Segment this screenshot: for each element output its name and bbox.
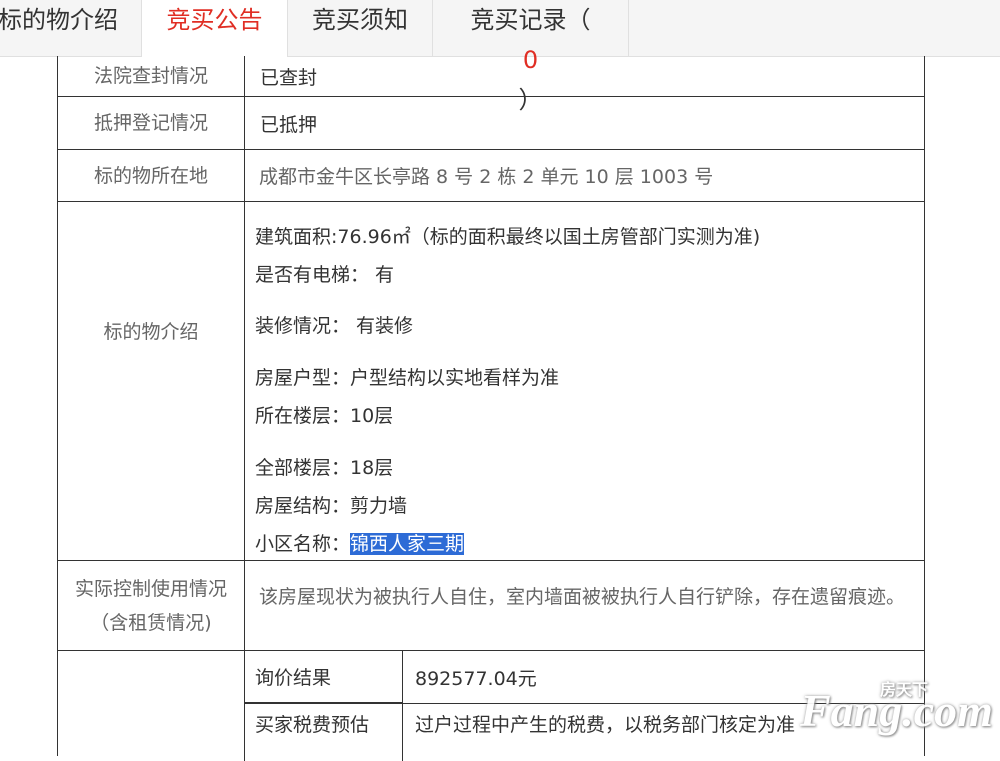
- watermark-logo: 房天下 Fang.com: [800, 678, 993, 738]
- row-label: 法院查封情况: [58, 56, 245, 96]
- row-label: 抵押登记情况: [58, 97, 245, 149]
- structure-text: 房屋结构：剪力墙: [255, 495, 408, 517]
- inquiry-key: 询价结果: [255, 667, 332, 689]
- row-label: 标的物介绍: [58, 202, 245, 560]
- tab-label: 竞买公告: [166, 6, 263, 34]
- row-label-line: 实际控制使用情况: [74, 577, 227, 600]
- row-label: 标的物所在地: [58, 150, 245, 201]
- floor-text: 所在楼层：10层: [255, 405, 394, 427]
- inquiry-value: 892577.04元: [415, 667, 537, 690]
- tax-value: 过户过程中产生的税费，以税务部门核定为准: [415, 714, 796, 736]
- tab-bar: 标的物介绍 竞买公告 竞买须知 竞买记录（ 0）: [0, 0, 1000, 114]
- community-key: 小区名称：: [255, 533, 351, 555]
- tab-label: 竞买记录（: [470, 6, 591, 34]
- table-row: 抵押登记情况 已抵押: [58, 97, 924, 150]
- layout-text: 房屋户型：户型结构以实地看样为准: [255, 367, 560, 389]
- row-label: 实际控制使用情况 （含租赁情况): [58, 561, 245, 650]
- table-row: 实际控制使用情况 （含租赁情况) 该房屋现状为被执行人自住，室内墙面被被执行人自…: [58, 561, 924, 651]
- row-value: 该房屋现状为被执行人自住，室内墙面被被执行人自行铲除，存在遗留痕迹。: [259, 586, 906, 608]
- community-value-selected[interactable]: 锦西人家三期: [350, 533, 465, 555]
- table-row: 法院查封情况 已查封: [58, 56, 924, 97]
- watermark-big: Fang.com: [800, 685, 993, 736]
- row-value: 已查封: [260, 66, 318, 89]
- table-row: 标的物介绍 建筑面积:76.96㎡（标的面积最终以国土房管部门实测为准) 是否有…: [58, 202, 924, 561]
- elevator-text: 是否有电梯： 有: [255, 264, 395, 286]
- tab-notice[interactable]: 竞买须知: [288, 0, 433, 56]
- table-row: 标的物所在地 成都市金牛区长亭路 8 号 2 栋 2 单元 10 层 1003 …: [58, 150, 924, 202]
- subtable-key: 买家税费预估: [245, 704, 403, 761]
- tab-item-intro[interactable]: 标的物介绍: [0, 0, 142, 56]
- subtable-key: 询价结果: [245, 651, 403, 703]
- tab-label: 标的物介绍: [0, 6, 118, 34]
- tab-label: 竞买须知: [312, 6, 408, 34]
- detail-table: 法院查封情况 已查封 抵押登记情况 已抵押 标的物所在地 成都市金牛区长亭路 8…: [57, 56, 925, 761]
- area-text: 建筑面积:76.96㎡（标的面积最终以国土房管部门实测为准): [255, 226, 761, 248]
- tab-records[interactable]: 竞买记录（ 0）: [433, 0, 629, 114]
- table-row: 询价结果 892577.04元 买家税费预估 过户过程中产生的税费，以税务部门核…: [58, 651, 924, 761]
- row-value: 成都市金牛区长亭路 8 号 2 栋 2 单元 10 层 1003 号: [259, 166, 714, 188]
- decoration-text: 装修情况： 有装修: [255, 315, 414, 337]
- total-floors-text: 全部楼层：18层: [255, 457, 394, 479]
- community-text: 小区名称：锦西人家三期: [255, 529, 465, 556]
- row-value: 已抵押: [260, 113, 318, 136]
- tab-announcement[interactable]: 竞买公告: [142, 0, 288, 57]
- row-label: [58, 651, 245, 761]
- tax-key: 买家税费预估: [255, 714, 370, 736]
- row-label-line: （含租赁情况): [90, 611, 212, 634]
